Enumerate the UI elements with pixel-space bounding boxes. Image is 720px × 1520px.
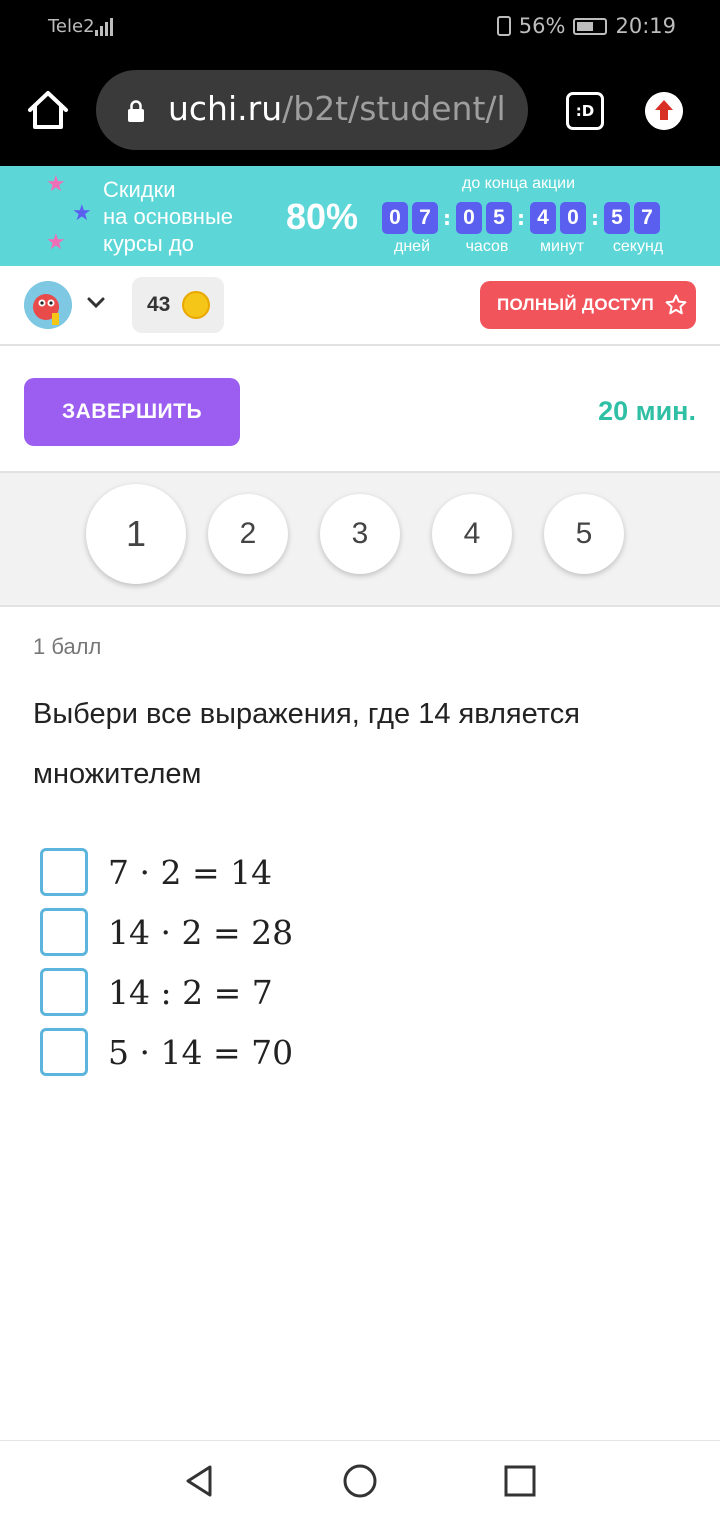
recents-icon[interactable] <box>502 1463 538 1499</box>
question-text: Выбери все выражения, где 14 является мн… <box>33 684 693 804</box>
url-text: uchi.ru/b2t/student/l <box>168 89 506 128</box>
promo-percent: 80% <box>286 196 359 237</box>
timer-separator: : <box>443 206 451 230</box>
question-tab-5[interactable]: 5 <box>544 494 624 574</box>
answer-expression: 5 · 14 = 70 <box>108 1032 294 1072</box>
answer-option[interactable]: 14 · 2 = 28 <box>40 908 540 956</box>
home-circle-icon[interactable] <box>342 1463 378 1499</box>
promo-banner[interactable]: ★ ★ ★ Скидки на основные курсы до 80% до… <box>0 166 720 266</box>
promo-line: Скидки <box>103 177 176 202</box>
timer-digit: 7 <box>412 202 438 234</box>
timer-label-days: дней <box>393 238 431 255</box>
avatar[interactable] <box>24 281 72 329</box>
star-icon: ★ <box>46 230 66 255</box>
browser-toolbar: uchi.ru/b2t/student/l :D <box>0 56 720 166</box>
countdown-timer: 0 7 : 0 5 : 4 0 : 5 7 <box>382 202 664 234</box>
timer-label-minutes: минут <box>539 238 585 255</box>
timer-digit: 4 <box>530 202 556 234</box>
answer-checkbox[interactable] <box>40 908 88 956</box>
star-icon <box>665 294 687 315</box>
timer-digit: 5 <box>486 202 512 234</box>
promo-text: Скидки на основные курсы до <box>103 176 233 257</box>
question-navigation: 1 2 3 4 5 <box>0 473 720 607</box>
answer-checkbox[interactable] <box>40 1028 88 1076</box>
timer-separator: : <box>591 206 599 230</box>
timer-digit: 7 <box>634 202 660 234</box>
action-row: ЗАВЕРШИТЬ 20 мин. <box>0 346 720 473</box>
answer-expression: 14 : 2 = 7 <box>108 972 273 1012</box>
coin-icon <box>182 291 210 319</box>
promo-until-label: до конца акции <box>462 175 576 192</box>
promo-line: на основные <box>103 204 234 229</box>
coin-balance[interactable]: 43 <box>132 277 224 333</box>
full-access-label: ПОЛНЫЙ ДОСТУП <box>497 295 655 314</box>
timer-label-seconds: секунд <box>612 238 664 255</box>
system-nav-bar <box>0 1440 720 1520</box>
tabs-button[interactable]: :D <box>566 92 604 130</box>
battery-percent: 56% <box>518 14 566 38</box>
carrier-name: Tele2 <box>48 16 95 37</box>
answer-checkbox[interactable] <box>40 848 88 896</box>
timer-digit: 0 <box>382 202 408 234</box>
timer-separator: : <box>517 206 525 230</box>
address-bar[interactable]: uchi.ru/b2t/student/l <box>96 70 528 150</box>
timer-digit: 0 <box>456 202 482 234</box>
question-tab-1[interactable]: 1 <box>86 484 186 584</box>
back-icon[interactable] <box>182 1463 218 1499</box>
answer-option[interactable]: 7 · 2 = 14 <box>40 848 540 896</box>
full-access-button[interactable]: ПОЛНЫЙ ДОСТУП <box>480 281 696 329</box>
status-bar: Tele2 56% 20:19 <box>0 0 720 56</box>
finish-button[interactable]: ЗАВЕРШИТЬ <box>24 378 240 446</box>
chevron-down-icon[interactable] <box>86 296 106 310</box>
update-arrow-icon[interactable] <box>645 92 683 130</box>
status-right: 56% 20:19 <box>496 14 676 38</box>
promo-line: курсы до <box>103 231 194 256</box>
answer-checkbox[interactable] <box>40 968 88 1016</box>
question-points: 1 балл <box>33 634 102 659</box>
star-icon: ★ <box>46 172 66 197</box>
answer-expression: 7 · 2 = 14 <box>108 852 273 892</box>
timer-label-hours: часов <box>465 238 509 255</box>
question-line: множителем <box>33 758 202 790</box>
home-icon[interactable] <box>24 86 72 134</box>
answer-expression: 14 · 2 = 28 <box>108 912 294 952</box>
battery-icon <box>573 17 608 35</box>
vibrate-icon <box>496 16 511 36</box>
signal-icon <box>95 14 113 36</box>
answer-option[interactable]: 14 : 2 = 7 <box>40 968 540 1016</box>
question-tab-4[interactable]: 4 <box>432 494 512 574</box>
time-remaining: 20 мин. <box>598 396 696 426</box>
clock: 20:19 <box>615 14 676 38</box>
timer-digit: 5 <box>604 202 630 234</box>
app-header: 43 ПОЛНЫЙ ДОСТУП <box>0 266 720 346</box>
url-path: /b2t/student/l <box>282 89 506 128</box>
question-tab-2[interactable]: 2 <box>208 494 288 574</box>
url-host: uchi.ru <box>168 89 283 128</box>
star-icon: ★ <box>72 201 92 226</box>
lock-icon <box>128 100 144 122</box>
question-line: Выбери все выражения, где 14 является <box>33 698 580 730</box>
question-tab-3[interactable]: 3 <box>320 494 400 574</box>
answer-option[interactable]: 5 · 14 = 70 <box>40 1028 540 1076</box>
timer-digit: 0 <box>560 202 586 234</box>
coin-count: 43 <box>147 293 171 316</box>
